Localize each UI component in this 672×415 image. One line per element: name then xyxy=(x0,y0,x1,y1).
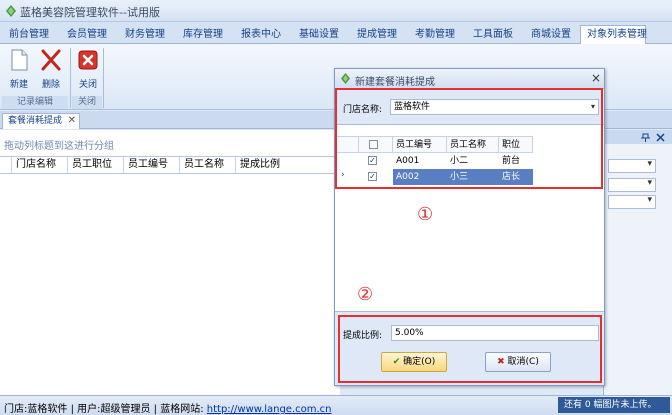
menu-tab-bar: 前台管理 会员管理 财务管理 库存管理 报表中心 基础设置 提成管理 考勤管理 … xyxy=(0,22,672,44)
group-by-hint: 拖动列标题到这进行分组 xyxy=(4,141,114,152)
new-button[interactable]: 新建 xyxy=(6,48,32,90)
dialog-title-bar: 新建套餐消耗提成 × xyxy=(335,69,604,89)
close-red-icon xyxy=(78,50,98,70)
status-store: 蓝格软件 xyxy=(27,404,68,415)
tab-tools[interactable]: 工具面板 xyxy=(466,25,518,44)
side-combo-2[interactable]: ▾ xyxy=(608,178,656,192)
column-employee-id[interactable]: 员工编号 xyxy=(124,157,180,173)
dialog-close-icon[interactable]: × xyxy=(591,71,601,85)
website-link[interactable]: http://www.lange.com.cn xyxy=(207,404,332,415)
annotation-marker-2: ② xyxy=(357,284,374,305)
delete-x-icon xyxy=(41,49,61,71)
group-label-record-edit: 记录编辑 xyxy=(2,96,68,109)
tab-reports[interactable]: 报表中心 xyxy=(234,25,286,44)
doc-tab-package-commission[interactable]: 套餐消耗提成 ✕ xyxy=(2,113,80,129)
status-user: 超级管理员 xyxy=(100,404,151,415)
pin-icon[interactable] xyxy=(641,133,650,142)
app-logo-icon xyxy=(6,5,16,17)
doc-tab-label: 套餐消耗提成 xyxy=(8,116,63,126)
side-combo-3[interactable]: ▾ xyxy=(608,195,656,209)
close-button[interactable]: 关闭 xyxy=(75,48,101,90)
tab-finance[interactable]: 财务管理 xyxy=(118,25,170,44)
panel-close-icon[interactable] xyxy=(656,133,665,142)
delete-button-label: 删除 xyxy=(41,80,60,90)
status-text: 门店:蓝格软件 | 用户:超级管理员 | 蓝格网站: http://www.la… xyxy=(4,400,332,415)
tab-attendance[interactable]: 考勤管理 xyxy=(408,25,460,44)
status-site-prefix: | 蓝格网站: xyxy=(153,404,204,415)
title-bar: 蓝格美容院管理软件--试用版 xyxy=(0,0,672,22)
tab-mall-settings[interactable]: 商城设置 xyxy=(524,25,576,44)
chevron-down-icon: ▾ xyxy=(647,195,652,205)
tab-basic-settings[interactable]: 基础设置 xyxy=(292,25,344,44)
tab-object-list[interactable]: 对象列表管理 xyxy=(580,25,647,44)
upload-status: 还有 0 幅图片未上传。 xyxy=(558,397,670,413)
doc-tab-close-icon[interactable]: ✕ xyxy=(68,114,76,128)
annotation-box-2 xyxy=(338,315,602,383)
new-commission-dialog: 新建套餐消耗提成 × 门店名称: 蓝格软件 ▾ 员工编号 员工名称 职位 ✓ A… xyxy=(334,68,605,386)
ribbon-separator xyxy=(70,48,71,108)
column-employee-name[interactable]: 员工名称 xyxy=(180,157,236,173)
close-button-label: 关闭 xyxy=(78,80,97,90)
annotation-box-1 xyxy=(335,88,603,189)
annotation-marker-1: ① xyxy=(417,204,434,225)
side-combo-1[interactable]: ▾ xyxy=(608,159,656,173)
status-store-prefix: 门店: xyxy=(4,404,28,415)
column-commission-ratio[interactable]: 提成比例 xyxy=(236,157,336,173)
new-button-label: 新建 xyxy=(9,80,28,90)
column-store-name[interactable]: 门店名称 xyxy=(12,157,68,173)
dialog-logo-icon xyxy=(341,73,350,84)
app-title: 蓝格美容院管理软件--试用版 xyxy=(20,6,160,19)
side-panel-header xyxy=(603,130,672,144)
new-document-icon xyxy=(11,49,28,71)
chevron-down-icon: ▾ xyxy=(647,178,652,188)
status-user-prefix: | 用户: xyxy=(70,404,101,415)
tab-member[interactable]: 会员管理 xyxy=(60,25,112,44)
tab-front-desk[interactable]: 前台管理 xyxy=(2,25,54,44)
tab-commission[interactable]: 提成管理 xyxy=(350,25,402,44)
delete-button[interactable]: 删除 xyxy=(38,48,64,90)
grid-indicator-column xyxy=(0,157,12,173)
chevron-down-icon: ▾ xyxy=(647,159,652,169)
grid-header: 门店名称 员工职位 员工编号 员工名称 提成比例 xyxy=(0,156,336,174)
ribbon-separator xyxy=(103,48,104,108)
dialog-title: 新建套餐消耗提成 xyxy=(355,77,435,88)
tab-inventory[interactable]: 库存管理 xyxy=(176,25,228,44)
group-label-close: 关闭 xyxy=(72,96,102,109)
column-position[interactable]: 员工职位 xyxy=(68,157,124,173)
